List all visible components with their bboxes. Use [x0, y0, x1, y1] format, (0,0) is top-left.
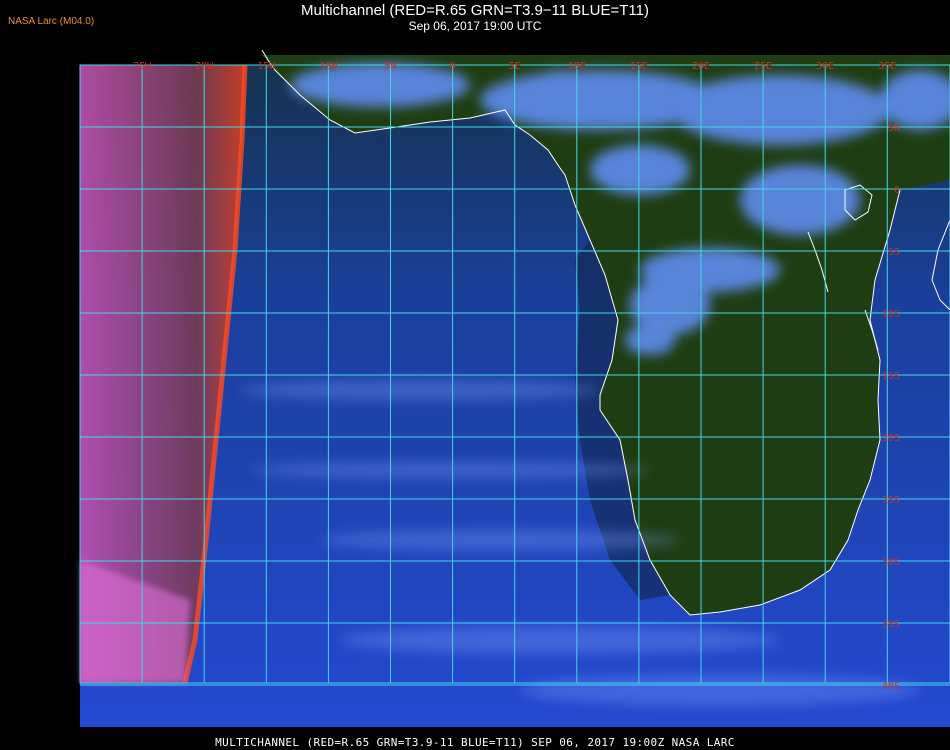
- lat-label: 15S: [882, 371, 900, 382]
- lat-label: 10S: [882, 309, 900, 320]
- lon-label: 20W: [195, 61, 214, 72]
- lon-label: 20E: [692, 61, 710, 72]
- lon-label: 10W: [319, 61, 338, 72]
- lon-label: 15W: [257, 61, 276, 72]
- lon-label: 10E: [568, 61, 586, 72]
- lat-label: 40S: [882, 681, 900, 692]
- lon-label: 30E: [816, 61, 834, 72]
- lat-label: 35S: [882, 619, 900, 630]
- lon-label: 5E: [509, 61, 521, 72]
- footer-caption: MULTICHANNEL (RED=R.65 GRN=T3.9-11 BLUE=…: [215, 736, 735, 749]
- satellite-map: 25W 20W 15W 10W 5W 0 5E 10E 15E 20E 25E 30E 35E 5N 0 5S…: [79, 49, 950, 727]
- lon-label: 15E: [630, 61, 648, 72]
- lat-label: 0: [894, 185, 900, 196]
- lat-label: 25S: [882, 495, 900, 506]
- lon-label: 25W: [133, 61, 152, 72]
- lon-label: 5W: [384, 61, 397, 72]
- lat-label: 5N: [888, 123, 900, 134]
- lat-label: 30S: [882, 557, 900, 568]
- lon-label: 25E: [754, 61, 772, 72]
- lat-label: 20S: [882, 433, 900, 444]
- lon-label: 35E: [878, 61, 896, 72]
- lat-label: 5S: [888, 247, 900, 258]
- lon-label: 0: [450, 61, 456, 72]
